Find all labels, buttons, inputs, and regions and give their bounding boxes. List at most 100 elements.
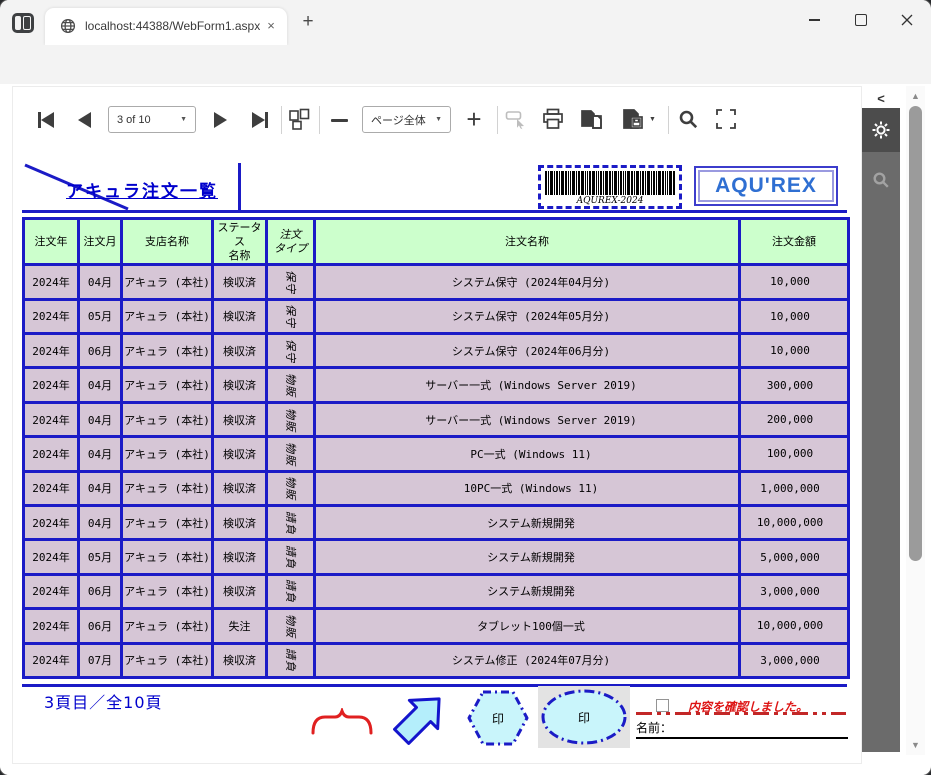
search-tab[interactable] [862, 160, 900, 200]
cell-branch: アキュラ (本社) [122, 334, 213, 368]
previous-page-button[interactable] [72, 105, 96, 135]
table-row: 2024年 06月 アキュラ (本社) 失注 物販 タブレット100個一式 10… [24, 609, 849, 643]
cell-type: 請負 [267, 540, 315, 574]
cell-amount: 10,000 [740, 265, 849, 299]
new-tab-icon[interactable]: + [298, 12, 318, 32]
chevron-down-icon: ▼ [649, 116, 656, 123]
cell-month: 04月 [79, 437, 122, 471]
page-select-dropdown[interactable]: 3 of 10▼ [108, 106, 196, 133]
cell-status: 検収済 [213, 402, 267, 436]
cell-order-name: サーバー一式 (Windows Server 2019) [315, 368, 740, 402]
cell-order-name: システム保守 (2024年06月分) [315, 334, 740, 368]
report-title: アキュラ注文一覧 [66, 177, 218, 202]
window-maximize-button[interactable] [840, 4, 882, 36]
cell-month: 06月 [79, 334, 122, 368]
cell-status: 検収済 [213, 437, 267, 471]
cell-amount: 300,000 [740, 368, 849, 402]
cell-year: 2024年 [24, 643, 79, 677]
red-dash-line [636, 712, 846, 715]
export-button[interactable]: ▼ [620, 104, 658, 134]
table-row: 2024年 05月 アキュラ (本社) 検収済 請負 システム新規開発 5,00… [24, 540, 849, 574]
cell-amount: 200,000 [740, 402, 849, 436]
cell-month: 04月 [79, 505, 122, 539]
scrollbar[interactable]: ▲ ▼ [906, 86, 925, 755]
cell-amount: 100,000 [740, 437, 849, 471]
gear-icon [871, 120, 891, 140]
toolbar-separator [319, 106, 320, 134]
print-button[interactable] [540, 104, 566, 134]
cell-order-name: サーバー一式 (Windows Server 2019) [315, 402, 740, 436]
fullscreen-button[interactable] [712, 104, 740, 134]
browser-window: localhost:44388/WebForm1.aspx × + ← ⌂ ht… [0, 0, 931, 775]
cell-type: 請負 [267, 505, 315, 539]
cell-month: 04月 [79, 265, 122, 299]
tab-title: localhost:44388/WebForm1.aspx [85, 19, 260, 33]
cell-order-name: システム保守 (2024年05月分) [315, 299, 740, 333]
next-page-button[interactable] [208, 105, 232, 135]
toolbar-separator [497, 106, 498, 134]
cell-amount: 3,000,000 [740, 643, 849, 677]
cell-year: 2024年 [24, 368, 79, 402]
col-header-status: ステータス 名称 [213, 219, 267, 265]
settings-tab[interactable] [862, 108, 900, 152]
cell-branch: アキュラ (本社) [122, 402, 213, 436]
col-header-year: 注文年 [24, 219, 79, 265]
cell-year: 2024年 [24, 540, 79, 574]
active-tab[interactable]: localhost:44388/WebForm1.aspx × [45, 8, 287, 45]
cell-status: 検収済 [213, 299, 267, 333]
cell-amount: 10,000,000 [740, 609, 849, 643]
cell-status: 検収済 [213, 334, 267, 368]
first-page-button[interactable] [32, 105, 60, 135]
cell-year: 2024年 [24, 299, 79, 333]
zoom-in-button[interactable]: + [462, 104, 486, 134]
cell-month: 07月 [79, 643, 122, 677]
cell-type: 物販 [267, 402, 315, 436]
cell-type: 請負 [267, 643, 315, 677]
table-row: 2024年 04月 アキュラ (本社) 検収済 物販 サーバー一式 (Windo… [24, 402, 849, 436]
header-bottom-line [22, 210, 847, 213]
confirm-checkbox[interactable] [656, 699, 669, 712]
table-row: 2024年 04月 アキュラ (本社) 検収済 保守 システム保守 (2024年… [24, 265, 849, 299]
cell-amount: 10,000 [740, 334, 849, 368]
table-row: 2024年 06月 アキュラ (本社) 検収済 請負 システム新規開発 3,00… [24, 574, 849, 608]
zoom-out-button[interactable] [328, 105, 350, 135]
cell-year: 2024年 [24, 471, 79, 505]
scroll-down-icon[interactable]: ▼ [906, 737, 925, 753]
cell-year: 2024年 [24, 402, 79, 436]
cell-branch: アキュラ (本社) [122, 643, 213, 677]
cell-month: 04月 [79, 471, 122, 505]
cell-month: 06月 [79, 609, 122, 643]
cell-branch: アキュラ (本社) [122, 437, 213, 471]
tab-actions-icon[interactable] [12, 13, 34, 33]
table-row: 2024年 04月 アキュラ (本社) 検収済 物販 サーバー一式 (Windo… [24, 368, 849, 402]
col-header-amount: 注文金額 [740, 219, 849, 265]
cell-status: 検収済 [213, 505, 267, 539]
name-label: 名前： [636, 719, 672, 736]
cell-order-name: システム保守 (2024年04月分) [315, 265, 740, 299]
multi-page-view-button[interactable] [286, 104, 312, 134]
cell-year: 2024年 [24, 574, 79, 608]
window-close-button[interactable] [886, 4, 928, 36]
scroll-up-icon[interactable]: ▲ [906, 88, 925, 104]
toolbar-separator [668, 106, 669, 134]
cell-branch: アキュラ (本社) [122, 574, 213, 608]
last-page-button[interactable] [246, 105, 274, 135]
cell-type: 物販 [267, 437, 315, 471]
search-button[interactable] [675, 104, 701, 134]
cell-amount: 5,000,000 [740, 540, 849, 574]
logo-text: AQU'REX [715, 174, 817, 198]
zoom-select-dropdown[interactable]: ページ全体▼ [362, 106, 451, 133]
tab-close-icon[interactable]: × [263, 18, 279, 34]
cell-order-name: システム新規開発 [315, 574, 740, 608]
window-minimize-button[interactable] [793, 4, 835, 36]
panel-collapse-icon[interactable]: < [862, 88, 900, 108]
scrollbar-thumb[interactable] [909, 106, 922, 561]
globe-icon [60, 18, 76, 39]
table-row: 2024年 06月 アキュラ (本社) 検収済 保守 システム保守 (2024年… [24, 334, 849, 368]
print-layout-button[interactable] [578, 104, 606, 134]
close-icon [901, 14, 913, 26]
order-table: 注文年 注文月 支店名称 ステータス 名称 注文 タイプ 注文名称 注文金額 2… [22, 217, 850, 679]
barcode: AQUREX-2024 [538, 165, 682, 209]
cell-branch: アキュラ (本社) [122, 609, 213, 643]
cell-month: 04月 [79, 368, 122, 402]
